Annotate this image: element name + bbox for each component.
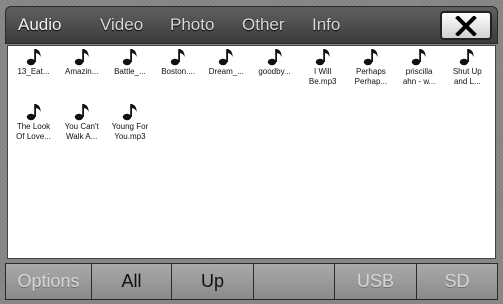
file-name-line2: You.mp3 (114, 132, 146, 141)
file-name-line1: Shut Up (452, 67, 482, 76)
file-name-line1: Young For (111, 122, 149, 131)
file-item[interactable]: You Can't Walk A... (58, 103, 105, 142)
file-item[interactable]: Young For You.mp3 (106, 103, 153, 142)
file-name-line1: priscilla (405, 67, 433, 76)
file-name-line1: You Can't (64, 122, 99, 131)
usb-button[interactable]: USB (335, 264, 417, 299)
close-button[interactable] (440, 11, 492, 40)
music-note-icon (58, 103, 105, 121)
file-name-line1: Perhaps (355, 67, 386, 76)
tab-audio[interactable]: Audio (18, 15, 61, 35)
music-note-icon (58, 48, 105, 66)
file-item[interactable]: Boston.... (155, 48, 202, 77)
file-name-line2: Of Love... (16, 132, 51, 141)
file-item[interactable]: I Will Be.mp3 (299, 48, 346, 87)
music-note-icon (10, 48, 57, 66)
music-note-icon (444, 48, 491, 66)
media-browser-window: Audio Video Photo Other Info 13_Eat... Am… (0, 0, 503, 304)
music-note-icon (299, 48, 346, 66)
category-tab-bar: Audio Video Photo Other Info (5, 6, 498, 44)
file-name-line1: The Look (16, 122, 51, 131)
file-item[interactable]: The Look Of Love... (10, 103, 57, 142)
file-name-line2: and L... (453, 77, 481, 86)
file-name-line1: Dream_... (208, 67, 244, 76)
tab-photo[interactable]: Photo (170, 15, 214, 35)
music-note-icon (106, 48, 153, 66)
file-name-line1: I Will (314, 67, 332, 76)
file-item[interactable]: goodby... (251, 48, 298, 77)
up-button[interactable]: Up (172, 264, 254, 299)
tab-other[interactable]: Other (242, 15, 285, 35)
file-name-line2: Perhap... (354, 77, 388, 86)
file-name-line1: goodby... (258, 67, 291, 76)
empty-button (254, 264, 335, 299)
file-item[interactable]: priscilla ahn - w... (396, 48, 443, 87)
file-item[interactable]: Dream_... (203, 48, 250, 77)
file-name-line1: Amazin... (65, 67, 99, 76)
all-button[interactable]: All (92, 264, 172, 299)
music-note-icon (106, 103, 153, 121)
tab-video[interactable]: Video (100, 15, 143, 35)
music-note-icon (203, 48, 250, 66)
music-note-icon (396, 48, 443, 66)
file-name-line1: Battle_... (114, 67, 146, 76)
file-item[interactable]: Perhaps Perhap... (347, 48, 394, 87)
file-name-line1: Boston.... (161, 67, 195, 76)
file-item[interactable]: Amazin... (58, 48, 105, 77)
options-button[interactable]: Options (6, 264, 92, 299)
file-name-line2: Walk A... (66, 132, 98, 141)
file-name-line2: Be.mp3 (308, 77, 337, 86)
music-note-icon (155, 48, 202, 66)
file-name-line1: 13_Eat... (17, 67, 50, 76)
file-item[interactable]: 13_Eat... (10, 48, 57, 77)
close-icon (455, 15, 477, 36)
tab-info[interactable]: Info (312, 15, 340, 35)
file-name-line2: ahn - w... (402, 77, 436, 86)
music-note-icon (251, 48, 298, 66)
file-item[interactable]: Shut Up and L... (444, 48, 491, 87)
music-note-icon (347, 48, 394, 66)
file-list-area: 13_Eat... Amazin... Battle_... Boston.... Dr… (7, 45, 496, 259)
file-item[interactable]: Battle_... (106, 48, 153, 77)
bottom-toolbar: Options All Up USB SD (5, 263, 498, 300)
music-note-icon (10, 103, 57, 121)
sd-button[interactable]: SD (417, 264, 497, 299)
